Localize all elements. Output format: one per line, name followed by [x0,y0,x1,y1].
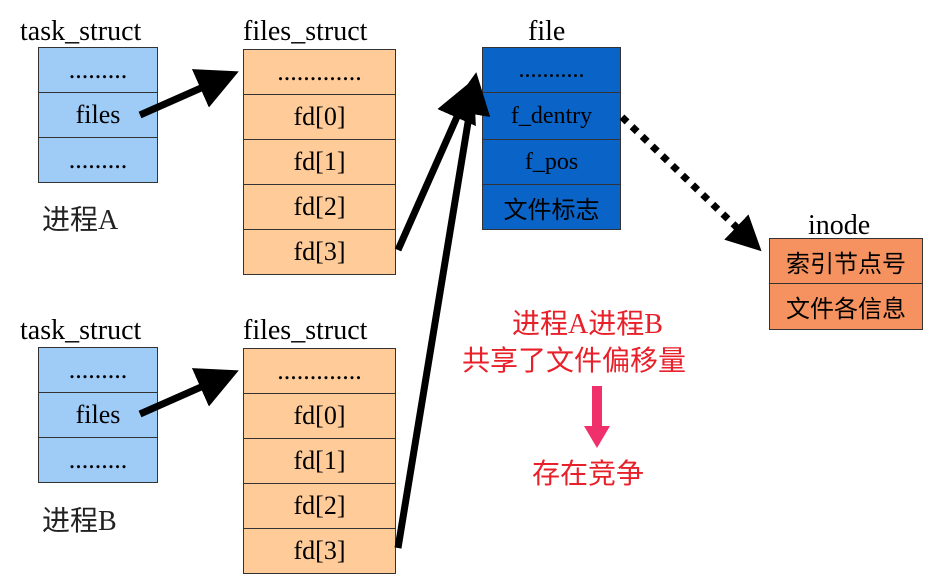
arrow-files-a-to-files-struct-a [138,69,239,119]
arrow-f-dentry-to-inode [619,114,762,252]
arrow-fd3-b-to-file [394,72,491,549]
arrows-layer [138,69,762,549]
arrow-files-b-to-files-struct-b [138,368,239,418]
down-arrow-icon [584,386,610,448]
